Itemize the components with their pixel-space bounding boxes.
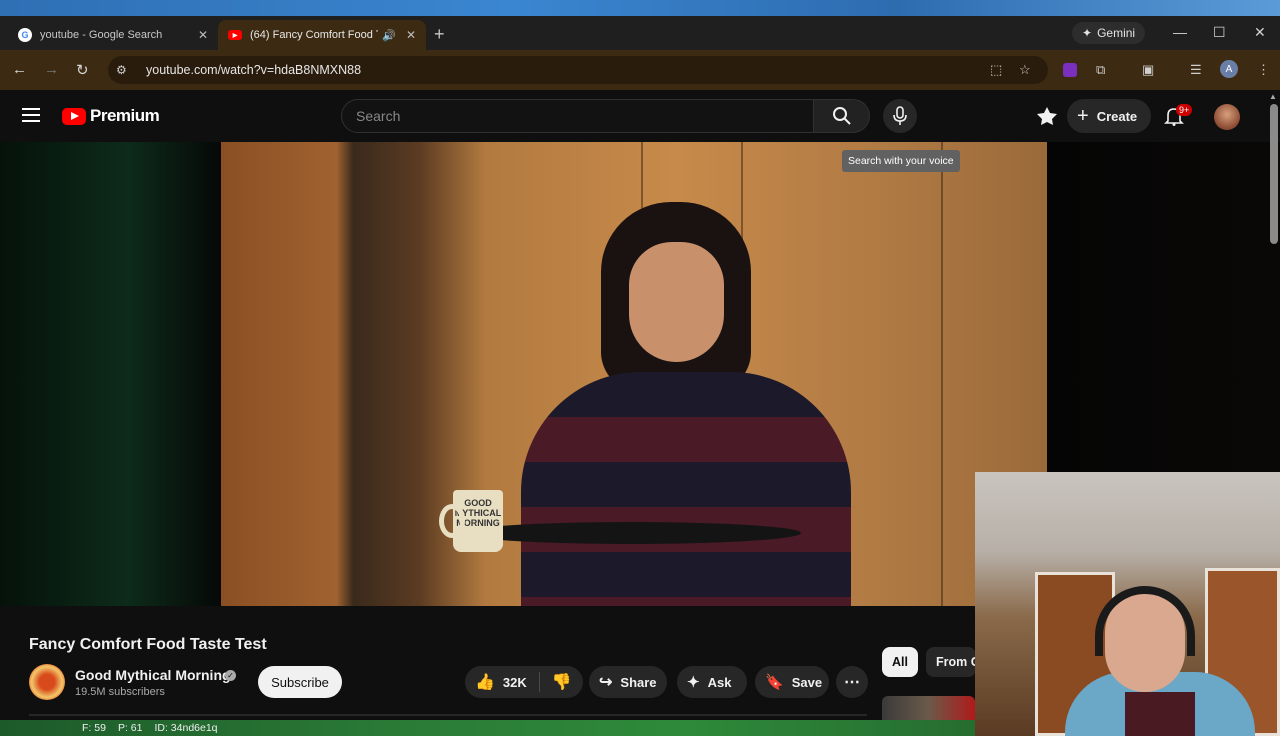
- save-label: Save: [791, 674, 823, 690]
- dislike-button[interactable]: 👎: [540, 672, 584, 692]
- gmm-mug: GOOD MYTHICAL MORNING: [439, 490, 503, 552]
- stream-overlay-statusbar: F: 59 P: 61 ID: 34nd6e1q: [0, 720, 975, 736]
- tab-google-search[interactable]: G youtube - Google Search ✕: [8, 20, 218, 50]
- plus-icon: +: [1077, 104, 1089, 127]
- desktop-wallpaper-strip: [0, 0, 1280, 16]
- chip-from-channel[interactable]: From G: [926, 647, 976, 677]
- site-info-icon[interactable]: ⚙: [116, 63, 134, 77]
- search-icon: [832, 107, 851, 125]
- session-id: ID: 34nd6e1q: [154, 722, 218, 734]
- new-tab-icon[interactable]: +: [434, 24, 445, 45]
- microphone-icon: [893, 106, 907, 125]
- browser-menu-icon[interactable]: ⋮: [1257, 62, 1270, 78]
- subscriber-count: 19.5M subscribers: [75, 686, 165, 698]
- share-button[interactable]: ↪ Share: [589, 666, 667, 698]
- streamer-webcam-overlay: [975, 472, 1280, 736]
- close-window-icon[interactable]: ✕: [1254, 24, 1266, 41]
- browser-window: G youtube - Google Search ✕ ▶ (64) Fancy…: [0, 16, 1280, 736]
- video-title: Fancy Comfort Food Taste Test: [29, 636, 267, 653]
- thumbs-down-icon: 👎: [551, 674, 572, 691]
- verified-badge-icon: ✓: [225, 670, 236, 681]
- browser-profile-avatar[interactable]: A: [1220, 60, 1238, 78]
- tab-strip: G youtube - Google Search ✕ ▶ (64) Fancy…: [0, 16, 1280, 50]
- voice-search-tooltip: Search with your voice: [842, 150, 960, 172]
- section-divider: [29, 714, 867, 716]
- maximize-icon[interactable]: ☐: [1213, 24, 1226, 41]
- subscribe-button[interactable]: Subscribe: [258, 666, 342, 698]
- host-face: [629, 242, 724, 362]
- table: [461, 522, 801, 544]
- notification-count-badge: 9+: [1176, 104, 1193, 116]
- url-text: youtube.com/watch?v=hdaB8NMXN88: [146, 63, 362, 77]
- scroll-up-arrow-icon[interactable]: ▲: [1269, 92, 1277, 101]
- forward-icon[interactable]: →: [44, 61, 59, 78]
- youtube-masthead: Premium + Create 9+: [0, 90, 1280, 142]
- logo-word: Premium: [90, 106, 160, 125]
- channel-avatar[interactable]: [29, 664, 65, 700]
- video-player[interactable]: GOOD MYTHICAL MORNING: [221, 142, 1047, 606]
- reload-icon[interactable]: ↻: [76, 61, 89, 79]
- extension-icon[interactable]: [1063, 63, 1077, 77]
- streamer-shirt: [1125, 692, 1195, 736]
- streamer-headphones: [1095, 586, 1195, 656]
- tab-title: (64) Fancy Comfort Food Ta: [250, 29, 378, 41]
- video-host-figure: [501, 202, 861, 606]
- related-video-thumbnail[interactable]: [882, 696, 975, 720]
- address-bar[interactable]: ⚙ youtube.com/watch?v=hdaB8NMXN88: [108, 56, 1048, 84]
- channel-name[interactable]: Good Mythical Morning: [75, 667, 231, 683]
- browser-toolbar: ← → ↻ ⚙ youtube.com/watch?v=hdaB8NMXN88 …: [0, 50, 1280, 90]
- ask-button[interactable]: ✦ Ask: [677, 666, 747, 698]
- youtube-play-logo-icon: [62, 107, 86, 125]
- youtube-premium-logo[interactable]: Premium: [62, 106, 160, 126]
- close-tab-icon[interactable]: ✕: [406, 28, 416, 42]
- search-input[interactable]: [341, 99, 814, 133]
- account-avatar[interactable]: [1214, 104, 1240, 130]
- share-label: Share: [620, 674, 657, 690]
- voice-search-button[interactable]: [883, 99, 917, 133]
- bookmark-icon: 🔖: [765, 674, 784, 691]
- gemini-sparkle-icon: ✦: [1082, 26, 1093, 40]
- more-horizontal-icon: ⋯: [844, 674, 860, 691]
- audio-playing-icon[interactable]: 🔊: [382, 29, 396, 42]
- minimize-icon[interactable]: —: [1173, 24, 1187, 40]
- gemini-button[interactable]: ✦ Gemini: [1072, 22, 1146, 44]
- more-actions-button[interactable]: ⋯: [836, 666, 868, 698]
- back-icon[interactable]: ←: [12, 61, 27, 78]
- like-dislike-group: 👍 32K 👎: [465, 666, 583, 698]
- thumbs-up-icon: 👍: [475, 674, 495, 691]
- share-arrow-icon: ↪: [599, 674, 613, 691]
- tab-youtube-video[interactable]: ▶ (64) Fancy Comfort Food Ta 🔊 ✕: [218, 20, 426, 50]
- extensions-puzzle-icon[interactable]: ⧉: [1096, 62, 1105, 78]
- bookmark-star-icon[interactable]: ☆: [1019, 62, 1031, 78]
- barn-door-line: [941, 142, 943, 606]
- save-button[interactable]: 🔖 Save: [755, 666, 829, 698]
- tab-title: youtube - Google Search: [40, 29, 163, 41]
- host-sweater: [521, 372, 851, 606]
- premium-sparkle-icon[interactable]: [1036, 106, 1058, 126]
- page-scrollbar-thumb[interactable]: [1270, 104, 1278, 244]
- streamer-figure: [1065, 586, 1255, 736]
- sparkle-icon: ✦: [687, 674, 700, 691]
- reading-list-icon[interactable]: ☰: [1190, 62, 1202, 78]
- tab-search-icon[interactable]: ▣: [1142, 62, 1154, 78]
- search-button[interactable]: [814, 99, 870, 133]
- google-favicon-icon: G: [18, 28, 32, 42]
- frame-stat: F: 59: [82, 722, 106, 734]
- like-count: 32K: [502, 674, 527, 690]
- create-button[interactable]: + Create: [1067, 99, 1152, 133]
- install-app-icon[interactable]: ⬚: [990, 62, 1002, 78]
- create-label: Create: [1096, 108, 1138, 124]
- gemini-label: Gemini: [1097, 26, 1136, 40]
- ask-label: Ask: [707, 674, 732, 690]
- p-stat: P: 61: [117, 722, 143, 734]
- like-button[interactable]: 👍 32K: [465, 672, 540, 692]
- chip-all[interactable]: All: [882, 647, 918, 677]
- youtube-favicon-icon: ▶: [228, 30, 242, 40]
- close-tab-icon[interactable]: ✕: [198, 28, 208, 42]
- guide-menu-icon[interactable]: [22, 108, 40, 122]
